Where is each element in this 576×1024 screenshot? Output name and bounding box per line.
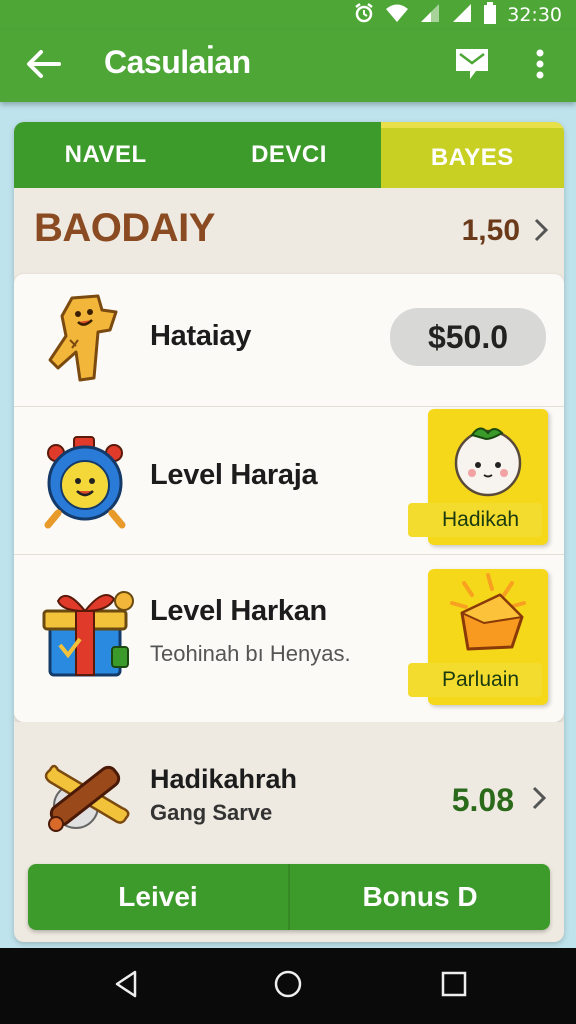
- tab-devci[interactable]: DEVCI: [197, 122, 381, 188]
- item-title: Level Haraja: [150, 459, 318, 491]
- reward-label: Hadikah: [408, 503, 542, 537]
- section-title: BAODAIY: [34, 206, 215, 250]
- app-title: Casulaı̇an: [104, 44, 251, 80]
- tab-bar: NAVEL DEVCI BAYES: [14, 122, 564, 188]
- bottom-item-subtitle: Gang Sarve: [150, 800, 273, 825]
- tab-bayes[interactable]: BAYES: [380, 122, 564, 188]
- nav-recents-icon: [441, 971, 467, 1001]
- app-bar: Casulaı̇an: [0, 30, 576, 102]
- nav-back-button[interactable]: [104, 966, 148, 1006]
- nav-back-icon: [113, 970, 139, 1002]
- status-bar: 32:30: [0, 0, 576, 30]
- more-options-button[interactable]: [520, 44, 560, 88]
- chevron-right-icon: [534, 216, 549, 249]
- battery-icon: [483, 2, 497, 28]
- list-item[interactable]: Hadikahrah Gang Sarve 5.08: [14, 722, 564, 854]
- item-subtitle: Teohinah bı Henyas.: [150, 641, 351, 666]
- egg-character-icon: [454, 427, 522, 497]
- items-card: Hataiay $50.0 Level Haraja Hadikah Level…: [14, 274, 564, 722]
- system-nav-bar: [0, 948, 576, 1024]
- section-header[interactable]: BAODAIY 1,50: [14, 188, 564, 274]
- bottom-item-title: Hadikahrah: [150, 764, 298, 794]
- list-item[interactable]: Level Haraja Hadikah: [14, 407, 564, 555]
- list-item[interactable]: Level Harkan Teohinah bı Henyas. Parluai…: [14, 555, 564, 722]
- tab-navel[interactable]: NAVEL: [14, 122, 198, 188]
- bonus-button[interactable]: Bonus D: [288, 864, 550, 930]
- message-icon: [454, 47, 490, 85]
- bone-log-icon: [36, 746, 134, 844]
- messages-button[interactable]: [450, 44, 494, 88]
- price-button[interactable]: $50.0: [390, 308, 546, 366]
- bottom-item-value: 5.08: [451, 782, 514, 818]
- back-arrow-icon: [25, 49, 61, 83]
- signal-icon: [419, 3, 441, 27]
- reward-tile[interactable]: Parluain: [408, 569, 548, 705]
- cracker-character-icon: [36, 290, 134, 388]
- reward-tile[interactable]: Hadikah: [408, 409, 548, 545]
- nav-recents-button[interactable]: [432, 966, 476, 1006]
- nav-home-button[interactable]: [266, 966, 310, 1006]
- clock-character-icon: [36, 433, 134, 531]
- cheese-cake-icon: [450, 573, 526, 651]
- main-panel: NAVEL DEVCI BAYES BAODAIY 1,50 Hataiay $…: [14, 122, 564, 942]
- nav-home-icon: [273, 969, 303, 1003]
- gift-box-icon: [36, 583, 134, 681]
- status-time: 32:30: [507, 4, 562, 26]
- section-value: 1,50: [461, 214, 520, 247]
- wifi-icon: [385, 3, 409, 27]
- alarm-icon: [353, 2, 375, 28]
- action-bar: Leivei Bonus D: [28, 864, 550, 930]
- status-icons: 32:30: [353, 2, 562, 28]
- signal-icon: [451, 3, 473, 27]
- list-item[interactable]: Hataiay $50.0: [14, 274, 564, 407]
- reward-label: Parluain: [408, 663, 542, 697]
- level-button[interactable]: Leivei: [28, 864, 288, 930]
- item-title: Level Harkan: [150, 595, 327, 627]
- chevron-right-icon: [532, 784, 547, 817]
- item-title: Hataiay: [150, 320, 252, 352]
- back-button[interactable]: [20, 44, 66, 88]
- more-vert-icon: [536, 49, 544, 83]
